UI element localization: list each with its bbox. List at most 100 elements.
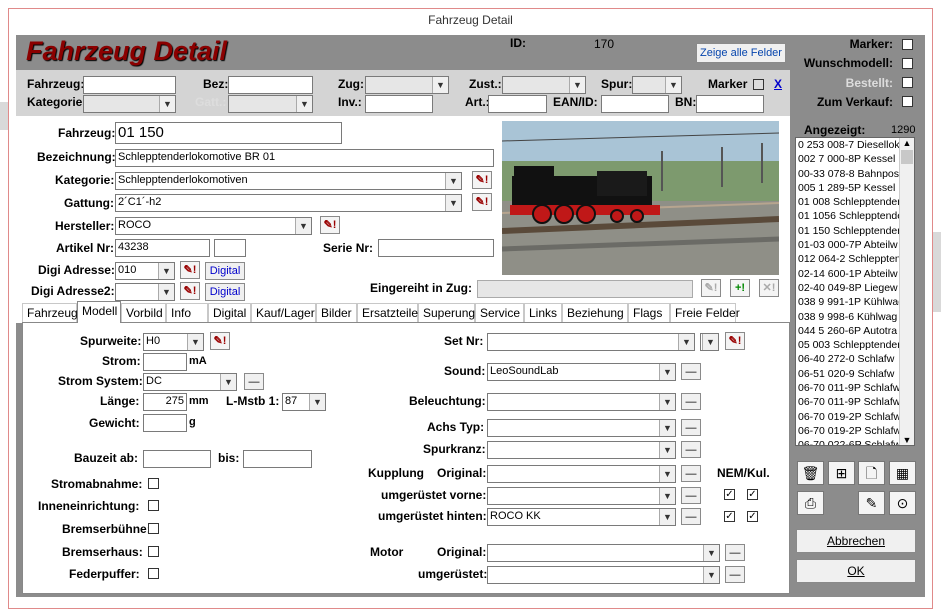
bis-input[interactable]	[243, 450, 312, 468]
list-item[interactable]: 02-40 049-8P Liegew	[796, 281, 914, 295]
list-item[interactable]: 038 9 998-6 Kühlwag	[796, 310, 914, 324]
sound-select[interactable]: LeoSoundLab ▼	[487, 363, 676, 381]
filter-marker-checkbox[interactable]	[753, 79, 764, 90]
filter-inv-input[interactable]	[365, 95, 433, 113]
stromabnahme-checkbox[interactable]	[148, 478, 159, 489]
ok-button[interactable]: OK	[796, 559, 916, 583]
tab-service[interactable]: Service	[475, 303, 524, 323]
filter-art-input[interactable]	[488, 95, 547, 113]
scroll-thumb[interactable]	[901, 150, 913, 164]
scroll-up-icon[interactable]: ▲	[900, 138, 914, 148]
vorne-nem-checkbox[interactable]: ✓	[724, 489, 735, 500]
motor-original-more-button[interactable]: —	[725, 544, 745, 561]
vorne-more-button[interactable]: —	[681, 487, 701, 504]
tab-modell[interactable]: Modell	[77, 301, 121, 323]
wunschmodell-checkbox[interactable]	[902, 58, 913, 69]
list-item[interactable]: 06-51 020-9 Schlafw	[796, 367, 914, 381]
digi-adresse-select[interactable]: 010 ▼	[115, 262, 175, 280]
tab-kauf-lager[interactable]: Kauf/Lager	[251, 303, 316, 323]
edit-zug-icon[interactable]: ✎!	[701, 279, 721, 297]
edit-gattung-icon[interactable]: ✎!	[472, 193, 492, 211]
tab-links[interactable]: Links	[524, 303, 562, 323]
gewicht-input[interactable]	[143, 414, 187, 432]
tab-flags[interactable]: Flags	[628, 303, 670, 323]
hersteller-select[interactable]: ROCO ▼	[115, 217, 312, 235]
list-item[interactable]: 01-03 000-7P Abteilw	[796, 238, 914, 252]
stromsystem-more-button[interactable]: —	[244, 373, 264, 390]
hinten-more-button[interactable]: —	[681, 508, 701, 525]
list-item[interactable]: 06-70 011-9P Schlafw	[796, 395, 914, 409]
filter-zust-select[interactable]: ▼	[502, 76, 586, 94]
edit-spurweite-icon[interactable]: ✎!	[210, 332, 230, 350]
print-icon[interactable]: ⎙	[797, 491, 824, 515]
stromsystem-select[interactable]: DC ▼	[143, 373, 237, 391]
tab-beziehung[interactable]: Beziehung	[562, 303, 628, 323]
inneneinrichtung-checkbox[interactable]	[148, 500, 159, 511]
list-item[interactable]: 06-70 022-6P Schlafw	[796, 438, 914, 445]
list-item[interactable]: 044 5 260-6P Autotra	[796, 324, 914, 338]
gattung-select[interactable]: 2´C1´-h2 ▼	[115, 194, 462, 212]
list-item[interactable]: 00-33 078-8 Bahnpost	[796, 167, 914, 181]
artikel-input[interactable]: 43238	[115, 239, 210, 257]
clear-filter-link[interactable]: X	[774, 77, 782, 91]
add-zug-icon[interactable]: +!	[730, 279, 750, 297]
umgeruestet-hinten-select[interactable]: ROCO KK ▼	[487, 508, 676, 526]
list-item[interactable]: 0 253 008-7 Diesellok	[796, 138, 914, 152]
tab-freie-felder[interactable]: Freie Felder	[670, 303, 740, 323]
list-item[interactable]: 05 003 Schlepptender	[796, 338, 914, 352]
artikel-suffix-input[interactable]	[214, 239, 246, 257]
filter-spur-select[interactable]: ▼	[632, 76, 682, 94]
vehicle-list[interactable]: 0 253 008-7 Diesellok 002 7 000-8P Kessel…	[795, 137, 915, 446]
edit-kategorie-icon[interactable]: ✎!	[472, 171, 492, 189]
vorne-kul-checkbox[interactable]: ✓	[747, 489, 758, 500]
edit-digi2-icon[interactable]: ✎!	[180, 282, 200, 300]
digital-button[interactable]: Digital	[205, 262, 245, 280]
list-item[interactable]: 038 9 991-1P Kühlwag	[796, 295, 914, 309]
laenge-input[interactable]: 275	[143, 393, 187, 411]
hinten-kul-checkbox[interactable]: ✓	[747, 511, 758, 522]
tab-superung[interactable]: Superung	[418, 303, 475, 323]
mstb-select[interactable]: 87 ▼	[282, 393, 326, 411]
hinten-nem-checkbox[interactable]: ✓	[724, 511, 735, 522]
list-item[interactable]: 012 064-2 Schlepptender	[796, 252, 914, 266]
edit-set-icon[interactable]: ✎!	[725, 332, 745, 350]
edit-hersteller-icon[interactable]: ✎!	[320, 216, 340, 234]
umgeruestet-vorne-select[interactable]: ▼	[487, 487, 676, 505]
filter-kategorie-select[interactable]: ▼	[83, 95, 176, 113]
filter-gatt-select[interactable]: ▼	[228, 95, 313, 113]
tab-vorbild[interactable]: Vorbild	[121, 303, 166, 323]
beleuchtung-more-button[interactable]: —	[681, 393, 701, 410]
binoculars-icon[interactable]: ⊙	[889, 491, 916, 515]
delete-icon[interactable]: 🗑	[797, 461, 824, 485]
spurkranz-more-button[interactable]: —	[681, 441, 701, 458]
eingereiht-input[interactable]	[477, 280, 693, 298]
achstyp-select[interactable]: ▼	[487, 419, 676, 437]
list-item[interactable]: 06-40 272-0 Schlafw	[796, 352, 914, 366]
motor-umgeruestet-select[interactable]: ▼	[487, 566, 720, 584]
setnr-extra-select[interactable]: ▼	[700, 333, 719, 351]
bremserhaus-checkbox[interactable]	[148, 546, 159, 557]
list-item[interactable]: 06-70 019-2P Schlafw	[796, 424, 914, 438]
spurweite-select[interactable]: H0 ▼	[143, 333, 204, 351]
serie-input[interactable]	[378, 239, 494, 257]
filter-fahrzeug-input[interactable]	[83, 76, 176, 94]
kupplung-original-select[interactable]: ▼	[487, 465, 676, 483]
tab-fahrzeug[interactable]: Fahrzeug	[22, 303, 78, 323]
list-item[interactable]: 06-70 019-2P Schlafw	[796, 410, 914, 424]
filter-bez-input[interactable]	[228, 76, 313, 94]
tab-info[interactable]: Info	[166, 303, 208, 323]
zum-verkauf-checkbox[interactable]	[902, 96, 913, 107]
digi-adresse2-select[interactable]: ▼	[115, 283, 175, 301]
kupplung-original-more-button[interactable]: —	[681, 465, 701, 482]
filter-bn-input[interactable]	[696, 95, 764, 113]
bestellt-checkbox[interactable]	[902, 77, 913, 88]
list-item[interactable]: 01 008 Schlepptender	[796, 195, 914, 209]
bauzeit-input[interactable]	[143, 450, 211, 468]
show-all-fields-button[interactable]: Zeige alle Felder	[696, 43, 786, 63]
kategorie-select[interactable]: Schlepptenderlokomotiven ▼	[115, 172, 462, 190]
list-scrollbar[interactable]: ▲ ▼	[899, 138, 914, 445]
filter-zug-select[interactable]: ▼	[365, 76, 449, 94]
list-item[interactable]: 02-14 600-1P Abteilw	[796, 267, 914, 281]
federpuffer-checkbox[interactable]	[148, 568, 159, 579]
motor-umgeruestet-more-button[interactable]: —	[725, 566, 745, 583]
